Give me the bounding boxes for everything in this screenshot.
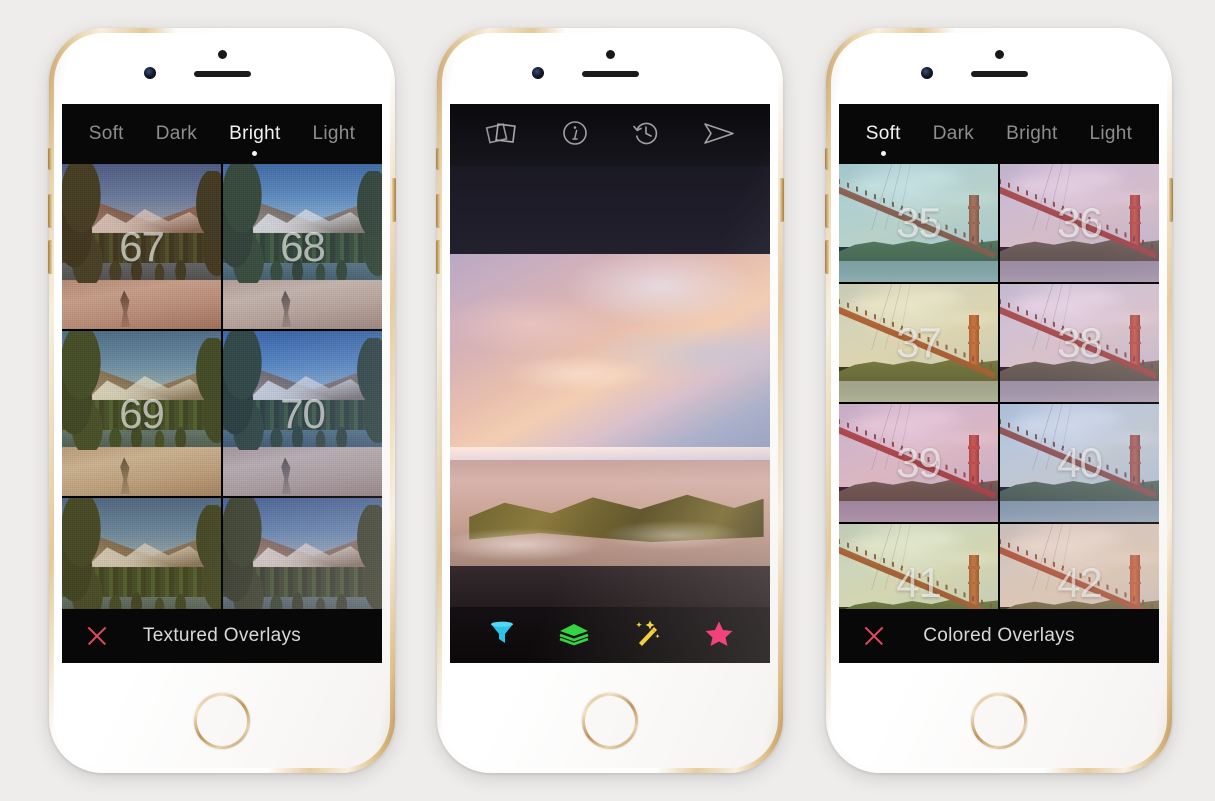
volume-down-button[interactable] [436, 240, 440, 274]
star-icon[interactable] [703, 618, 735, 653]
silent-switch[interactable] [825, 148, 829, 170]
earpiece-speaker [194, 71, 251, 77]
tab-dark[interactable]: Dark [931, 123, 976, 145]
mountain-lake-photo [62, 331, 221, 496]
tab-bright[interactable]: Bright [227, 123, 282, 156]
overlay-thumbnail[interactable]: 69 [62, 331, 221, 496]
editor-canvas[interactable] [450, 166, 770, 607]
phone-front-face [442, 33, 778, 768]
overlay-thumbnail[interactable]: 37 [839, 284, 998, 402]
overlay-thumbnail[interactable]: 70 [223, 331, 382, 496]
tab-dark[interactable]: Dark [154, 123, 199, 145]
volume-down-button[interactable] [825, 240, 829, 274]
overlay-thumbnail[interactable]: 36 [1000, 164, 1159, 282]
silent-switch[interactable] [48, 148, 52, 170]
editor-bottom-toolbar [450, 607, 770, 663]
overlay-category-tabs-right: Soft Dark Bright Light [839, 104, 1159, 164]
tab-soft[interactable]: Soft [864, 123, 903, 156]
screen-center [450, 104, 770, 663]
send-icon[interactable] [702, 118, 736, 153]
volume-up-button[interactable] [825, 194, 829, 228]
silent-switch[interactable] [436, 148, 440, 170]
photo-stack-icon[interactable] [485, 119, 519, 152]
home-button[interactable] [582, 693, 638, 749]
overlay-set-title: Textured Overlays [142, 625, 302, 646]
golden-gate-photo [839, 284, 998, 402]
front-camera-icon [921, 67, 933, 79]
overlay-thumbnail-grid-left: 67 68 69 70 [62, 164, 382, 663]
volume-up-button[interactable] [436, 194, 440, 228]
golden-gate-photo [839, 404, 998, 522]
phone-front-face: Soft Dark Bright Light 35 36 37 38 39 40… [831, 33, 1167, 768]
earpiece-speaker [582, 71, 639, 77]
home-button[interactable] [194, 693, 250, 749]
overlay-set-title: Colored Overlays [923, 625, 1075, 646]
front-camera-icon [532, 67, 544, 79]
overlay-category-tabs-left: Soft Dark Bright Light [62, 104, 382, 164]
filter-funnel-icon[interactable] [486, 618, 518, 653]
phone-device-center [436, 28, 784, 773]
front-camera-icon [144, 67, 156, 79]
earpiece-speaker [971, 71, 1028, 77]
overlay-thumbnail[interactable]: 39 [839, 404, 998, 522]
info-icon[interactable] [560, 118, 590, 153]
tab-soft[interactable]: Soft [87, 123, 126, 145]
phone-device-left: Soft Dark Bright Light 67 68 69 70 Textu… [48, 28, 396, 773]
tab-bright[interactable]: Bright [1004, 123, 1059, 145]
editor-top-toolbar [450, 104, 770, 166]
phone-device-right: Soft Dark Bright Light 35 36 37 38 39 40… [825, 28, 1173, 773]
photo-editor [450, 104, 770, 663]
seascape-photo[interactable] [450, 254, 770, 566]
screen-right: Soft Dark Bright Light 35 36 37 38 39 40… [839, 104, 1159, 663]
layers-icon[interactable] [557, 618, 591, 653]
volume-down-button[interactable] [48, 240, 52, 274]
bottom-bar-right: Colored Overlays [839, 609, 1159, 663]
power-button[interactable] [1169, 178, 1173, 222]
overlay-thumbnail[interactable]: 38 [1000, 284, 1159, 402]
magic-wand-icon[interactable] [630, 618, 664, 653]
tab-light[interactable]: Light [1088, 123, 1135, 145]
close-x-icon[interactable] [84, 623, 110, 649]
screen-left: Soft Dark Bright Light 67 68 69 70 Textu… [62, 104, 382, 663]
tab-light[interactable]: Light [311, 123, 358, 145]
proximity-sensor-icon [605, 50, 615, 59]
bottom-bar-left: Textured Overlays [62, 609, 382, 663]
overlay-thumbnail[interactable]: 67 [62, 164, 221, 329]
overlay-thumbnail[interactable]: 68 [223, 164, 382, 329]
golden-gate-photo [839, 164, 998, 282]
overlay-thumbnail-grid-right: 35 36 37 38 39 40 41 42 [839, 164, 1159, 663]
golden-gate-photo [1000, 404, 1159, 522]
home-button[interactable] [971, 693, 1027, 749]
golden-gate-photo [1000, 284, 1159, 402]
overlay-thumbnail[interactable]: 40 [1000, 404, 1159, 522]
proximity-sensor-icon [994, 50, 1004, 59]
screenshot-stage: Soft Dark Bright Light 67 68 69 70 Textu… [0, 0, 1215, 801]
close-x-icon[interactable] [861, 623, 887, 649]
phone-front-face: Soft Dark Bright Light 67 68 69 70 Textu… [54, 33, 390, 768]
history-icon[interactable] [631, 118, 661, 153]
volume-up-button[interactable] [48, 194, 52, 228]
power-button[interactable] [780, 178, 784, 222]
golden-gate-photo [1000, 164, 1159, 282]
power-button[interactable] [392, 178, 396, 222]
proximity-sensor-icon [217, 50, 227, 59]
mountain-lake-photo [223, 331, 382, 496]
overlay-thumbnail[interactable]: 35 [839, 164, 998, 282]
mountain-lake-photo [62, 164, 221, 329]
mountain-lake-photo [223, 164, 382, 329]
